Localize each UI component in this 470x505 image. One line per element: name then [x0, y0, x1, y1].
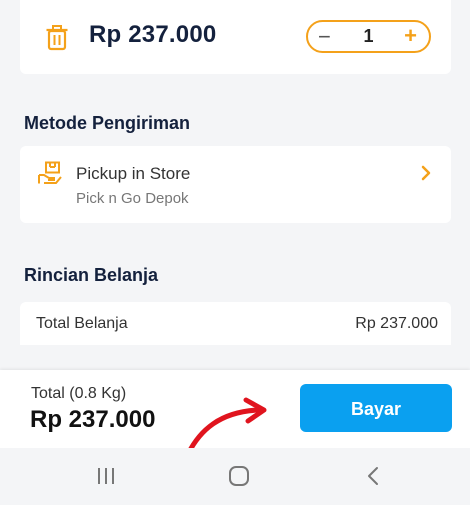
- back-icon[interactable]: [360, 464, 390, 488]
- total-belanja-label: Total Belanja: [36, 315, 128, 332]
- summary-card: Total Belanja Rp 237.000: [20, 302, 451, 345]
- shipping-method-name: Pickup in Store: [76, 164, 191, 183]
- package-box-icon: [38, 161, 62, 184]
- increase-quantity-button[interactable]: +: [404, 23, 417, 49]
- recents-icon[interactable]: [92, 464, 122, 488]
- chevron-right-icon[interactable]: [421, 165, 431, 181]
- home-icon[interactable]: [225, 464, 255, 488]
- total-weight-label: Total (0.8 Kg): [31, 385, 127, 402]
- system-navigation-bar: [0, 448, 470, 505]
- pay-button[interactable]: Bayar: [300, 384, 452, 432]
- total-belanja-value: Rp 237.000: [355, 315, 438, 332]
- shipping-store-name: Pick n Go Depok: [76, 190, 189, 207]
- quantity-stepper: − 1 +: [306, 20, 431, 53]
- product-price: Rp 237.000: [89, 21, 217, 48]
- shipping-section-title: Metode Pengiriman: [24, 113, 191, 133]
- product-card: Rp 237.000 − 1 +: [20, 0, 451, 74]
- shipping-method-card[interactable]: Pickup in Store Pick n Go Depok: [20, 146, 451, 223]
- summary-section-title: Rincian Belanja: [24, 265, 159, 285]
- trash-icon[interactable]: [46, 25, 68, 51]
- checkout-total-amount: Rp 237.000: [30, 406, 156, 433]
